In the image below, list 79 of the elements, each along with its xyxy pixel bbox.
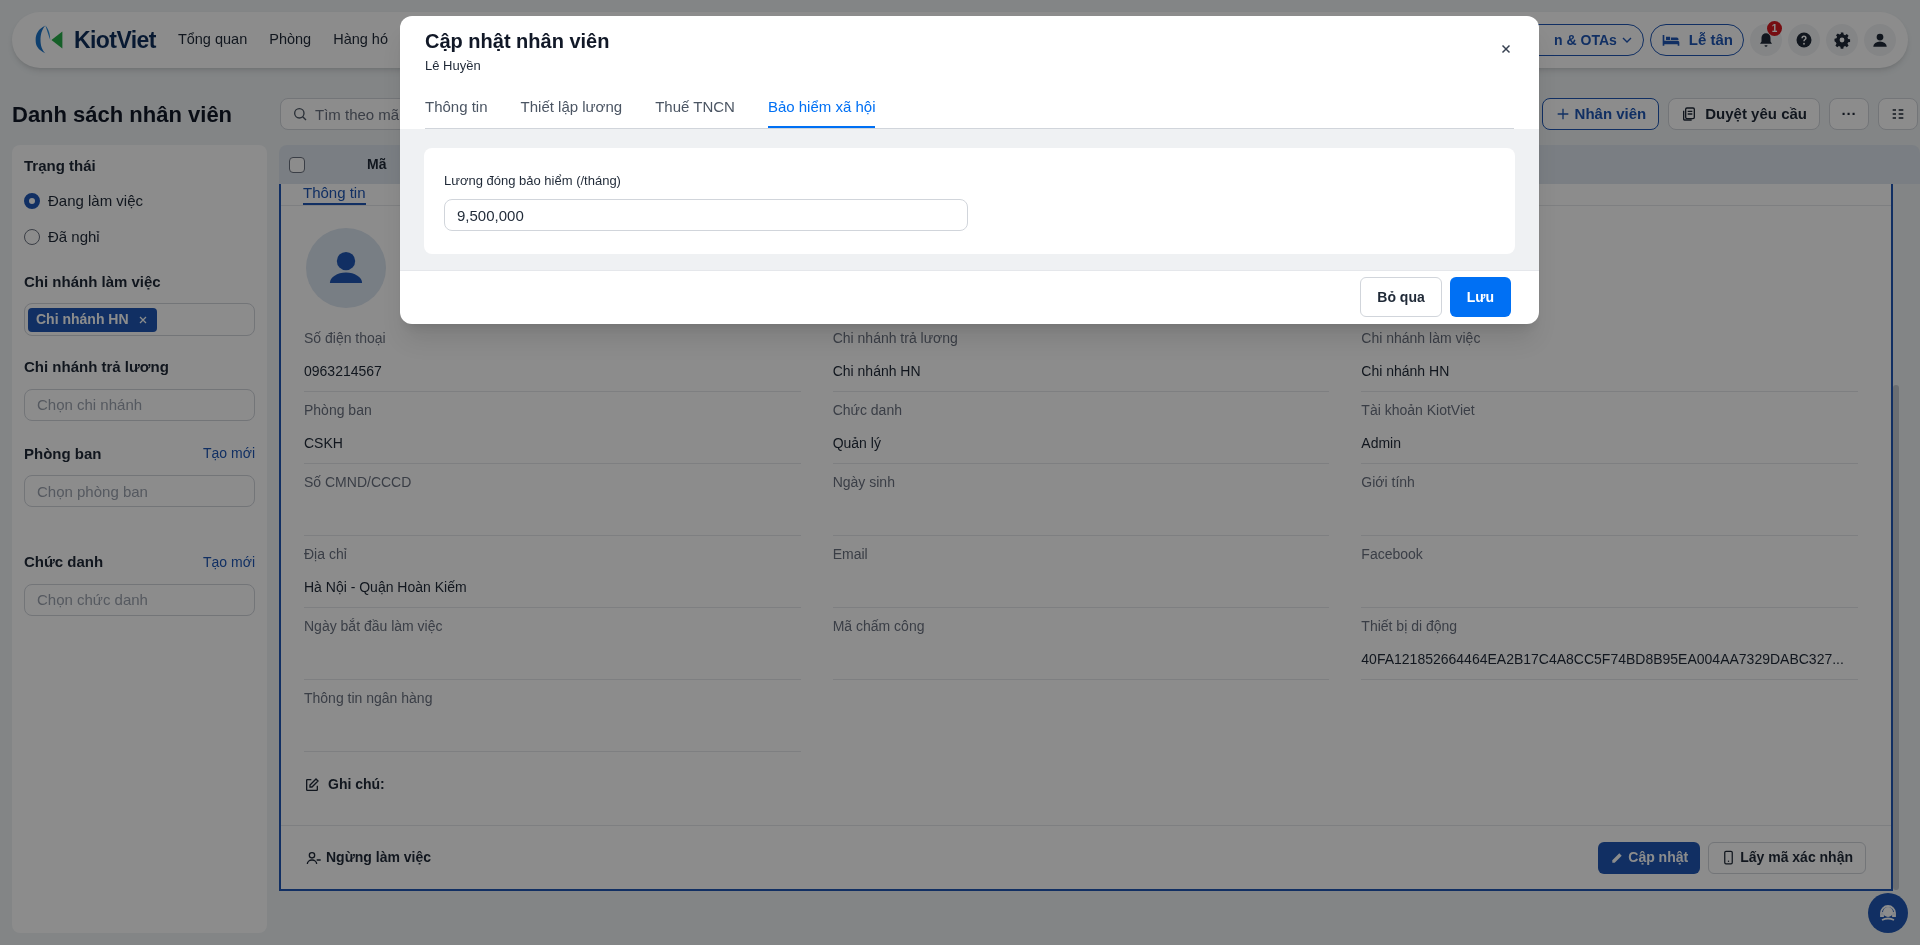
settings-button[interactable]: [1826, 24, 1858, 56]
nav-item[interactable]: Tổng quan: [177, 29, 248, 51]
modal-tab[interactable]: Thông tin: [425, 92, 488, 128]
field-label: Email: [832, 545, 869, 564]
field-label: Số CMND/CCCD: [304, 473, 413, 492]
detail-tab[interactable]: Thông tin: [303, 183, 366, 205]
field-label: Chi nhánh làm việc: [1361, 329, 1482, 348]
field-label: Chi nhánh trả lương: [832, 329, 959, 348]
field-label: Lương đóng bảo hiểm (/tháng): [444, 171, 622, 190]
field-label: Giới tính: [1361, 473, 1416, 492]
document-icon: [1681, 106, 1698, 122]
field-value: Admin: [1361, 434, 1402, 453]
list-icon: [1890, 106, 1906, 122]
filter-title: Chi nhánh làm việc: [24, 271, 161, 292]
field-label: Số điện thoại: [304, 329, 387, 348]
stop-working-button[interactable]: Ngừng làm việc: [306, 847, 432, 868]
field-label: Tài khoản KiotViet: [1361, 401, 1476, 420]
save-button[interactable]: Lưu: [1449, 277, 1511, 318]
field-label: Địa chỉ: [304, 545, 348, 564]
page-title: Danh sách nhân viên: [12, 100, 234, 129]
field-value: 40FA121852664464EA2B17C4A8CC5F74BD8B95EA004AA7329DABC327...: [1361, 650, 1845, 669]
get-code-button[interactable]: Lấy mã xác nhận: [1708, 841, 1866, 874]
create-link[interactable]: Tạo mới: [203, 443, 255, 465]
field-label: Thông tin ngân hàng: [304, 689, 434, 708]
filter-title: Trạng thái: [24, 156, 96, 176]
search-icon: [292, 106, 308, 122]
filter-title: Chi nhánh trả lương: [24, 357, 169, 377]
field-value: Chi nhánh HN: [832, 362, 922, 381]
user-icon: [1871, 31, 1889, 49]
status-radio[interactable]: Đã nghỉ: [24, 226, 255, 249]
field-label: Ngày bắt đầu làm việc: [304, 617, 444, 636]
help-button[interactable]: [1788, 24, 1820, 56]
user-button[interactable]: [1864, 24, 1896, 56]
field-value: CSKH: [304, 434, 344, 453]
add-employee-button[interactable]: Nhân viên: [1541, 98, 1660, 130]
update-button[interactable]: Cập nhật: [1598, 841, 1701, 874]
modal-tab[interactable]: Thiết lập lương: [520, 92, 623, 128]
more-button[interactable]: ···: [1829, 98, 1869, 130]
field-label: Mã chấm công: [832, 617, 926, 636]
field-label: Phòng ban: [304, 401, 373, 420]
support-chat-button[interactable]: [1868, 893, 1908, 933]
modal-tab[interactable]: Bảo hiểm xã hội: [767, 92, 876, 128]
field-value: Hà Nội - Quận Hoàn Kiếm: [304, 578, 468, 597]
help-icon: [1795, 31, 1813, 49]
note-label: Ghi chú:: [328, 775, 385, 794]
bell-icon: [1757, 31, 1775, 49]
field-label: Thiết bị di động: [1361, 617, 1459, 636]
status-radio[interactable]: Đang làm việc: [24, 189, 255, 212]
close-icon[interactable]: [1499, 42, 1513, 56]
branch-tag: Chi nhánh HN: [28, 307, 157, 332]
filter-title: Chức danh: [24, 552, 104, 572]
create-link[interactable]: Tạo mới: [203, 551, 255, 573]
columns-button[interactable]: [1878, 98, 1918, 130]
nav-item[interactable]: Hàng hó: [333, 29, 388, 51]
field-value: Quản lý: [832, 434, 882, 453]
field-value: Chi nhánh HN: [1361, 362, 1451, 381]
cancel-button[interactable]: Bỏ qua: [1360, 277, 1442, 318]
scrollbar[interactable]: [1893, 385, 1899, 890]
select-all-checkbox[interactable]: [289, 156, 305, 173]
pencil-icon: [1610, 850, 1625, 865]
modal-tab[interactable]: Thuế TNCN: [655, 92, 735, 128]
field-label: Chức danh: [832, 401, 903, 420]
notification-button[interactable]: 1: [1750, 24, 1782, 56]
logo-text[interactable]: KiotViet: [74, 22, 156, 58]
branch-select[interactable]: Chi nhánh HN: [24, 303, 255, 336]
edit-icon[interactable]: [304, 776, 320, 793]
field-label: Ngày sinh: [832, 473, 896, 492]
approve-requests-button[interactable]: Duyệt yêu cầu: [1668, 98, 1820, 130]
column-header: Mã: [367, 155, 387, 174]
notification-badge: 1: [1767, 21, 1782, 36]
salary-input[interactable]: 9,500,000: [444, 199, 968, 231]
modal-title: Cập nhật nhân viên: [425, 29, 610, 54]
field-label: Facebook: [1361, 545, 1424, 564]
user-minus-icon: [306, 849, 322, 866]
modal-subtitle: Lê Huyền: [425, 57, 481, 75]
settings-icon: [1833, 31, 1851, 49]
nav-item[interactable]: Phòng: [269, 29, 312, 51]
field-value: 0963214567: [304, 362, 383, 381]
filter-title: Phòng ban: [24, 443, 102, 464]
